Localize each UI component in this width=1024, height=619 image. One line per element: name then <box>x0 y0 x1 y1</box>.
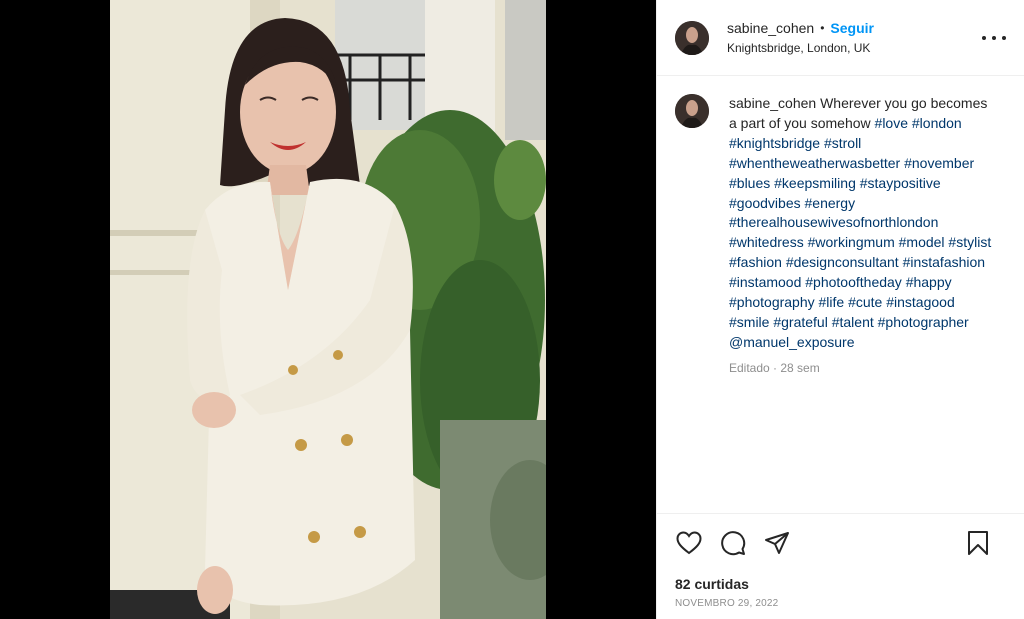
heart-icon[interactable] <box>675 529 703 557</box>
media-area <box>0 0 656 619</box>
share-icon[interactable] <box>763 529 791 557</box>
post-side-panel: sabine_cohen • Seguir Knightsbridge, Lon… <box>656 0 1024 619</box>
avatar[interactable] <box>675 20 709 55</box>
likes-count[interactable]: 82 curtidas <box>675 576 1006 592</box>
avatar-image <box>675 20 709 55</box>
more-horizontal-icon[interactable] <box>982 28 1006 48</box>
caption-meta: Editado · 28 sem <box>729 360 820 375</box>
post-photo[interactable] <box>110 0 546 619</box>
post-header: sabine_cohen • Seguir Knightsbridge, Lon… <box>657 0 1024 76</box>
caption-hashtags[interactable]: #love #london #knightsbridge #stroll #wh… <box>729 115 991 350</box>
caption: sabine_cohen Wherever you go becomes a p… <box>675 94 1006 379</box>
bookmark-icon[interactable] <box>964 529 992 557</box>
actions-bar: 82 curtidas NOVEMBRO 29, 2022 <box>657 513 1024 619</box>
header-separator: • <box>820 21 825 35</box>
caption-username[interactable]: sabine_cohen <box>729 95 816 111</box>
post-date: NOVEMBRO 29, 2022 <box>675 598 779 609</box>
comments-section: sabine_cohen Wherever you go becomes a p… <box>657 76 1024 513</box>
header-username[interactable]: sabine_cohen <box>727 20 814 36</box>
comment-icon[interactable] <box>719 529 747 557</box>
follow-button[interactable]: Seguir <box>830 20 874 36</box>
location-link[interactable]: Knightsbridge, London, UK <box>727 41 874 55</box>
caption-avatar[interactable] <box>675 94 709 128</box>
post-modal: sabine_cohen • Seguir Knightsbridge, Lon… <box>0 0 1024 619</box>
avatar-image <box>675 94 709 128</box>
photo-illustration <box>110 0 546 619</box>
